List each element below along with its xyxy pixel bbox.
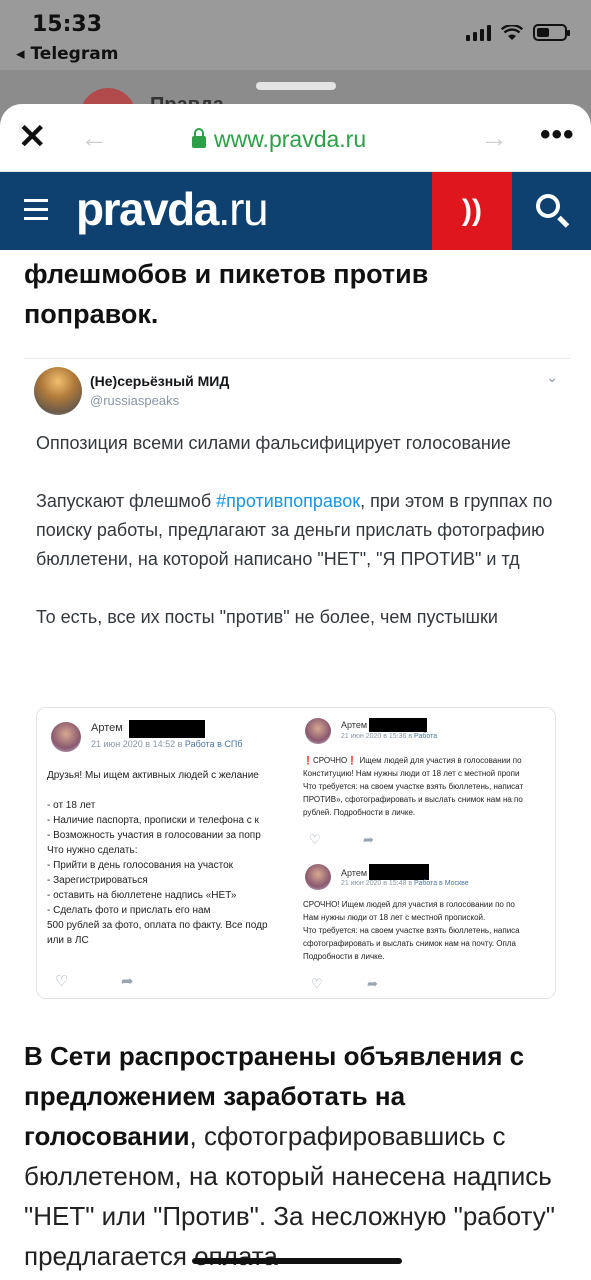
post3-author: Артем [341, 868, 368, 878]
tweet-menu-chevron-icon[interactable]: ⌄ [546, 369, 558, 386]
address-bar[interactable]: www.pravda.ru [192, 126, 366, 153]
post1-meta: 21 июн 2020 в 14:52 в Работа в СПб [91, 739, 243, 749]
post2-avatar [305, 718, 331, 744]
post2-heart-icon: ♡ [309, 832, 321, 847]
tweet-hashtag-link[interactable]: #противпоправок [216, 491, 360, 511]
status-time: 15:33 [32, 12, 103, 37]
tweet-attached-image[interactable]: Артем 21 июн 2020 в 14:52 в Работа в СПб… [36, 707, 556, 999]
post3-heart-icon: ♡ [311, 976, 323, 991]
post1-redaction [129, 720, 205, 738]
wifi-icon [501, 24, 523, 40]
close-icon[interactable]: ✕ [18, 120, 47, 154]
post3-redaction [369, 864, 429, 880]
tweet-avatar[interactable] [34, 367, 82, 415]
post2-author: Артем [341, 720, 368, 730]
home-indicator[interactable] [192, 1258, 402, 1264]
forward-arrow-icon[interactable]: → [480, 124, 508, 152]
article-body: флешмобов и пикетов против поправок. [0, 250, 591, 334]
search-button[interactable] [512, 172, 591, 250]
post3-meta: 21 июн 2020 в 15:48 в Работа в Москве [341, 880, 469, 887]
back-to-telegram-link[interactable]: ◂ Telegram [16, 44, 118, 64]
post2-meta: 21 июн 2020 в 15:36 в Работа [341, 733, 438, 740]
more-icon[interactable]: ••• [540, 118, 575, 152]
status-icons [466, 24, 570, 41]
sheet-grabber[interactable] [256, 82, 336, 90]
post1-share-icon: ➦ [121, 973, 134, 990]
tweet-author-name[interactable]: (Не)серьёзный МИД [90, 373, 229, 389]
site-header: pravda.ru )) [0, 172, 591, 250]
post3-avatar [305, 864, 331, 890]
battery-icon [533, 24, 570, 41]
search-icon [536, 194, 560, 218]
tweet-author-handle[interactable]: @russiaspeaks [90, 393, 179, 408]
lock-icon [192, 128, 206, 148]
signal-icon [466, 24, 491, 41]
tweet-text: Оппозиция всеми силами фальсифицирует го… [36, 433, 553, 627]
article-paragraph: В Сети распространены объявления с предл… [24, 1041, 555, 1271]
post1-avatar [51, 722, 81, 752]
hamburger-menu-icon[interactable] [24, 199, 48, 221]
article-heading: флешмобов и пикетов против поправок. [24, 259, 429, 329]
browser-toolbar: ✕ ← www.pravda.ru → ••• [0, 104, 591, 172]
post3-share-icon: ➦ [367, 976, 378, 991]
url-text: www.pravda.ru [214, 126, 367, 152]
site-logo[interactable]: pravda.ru [76, 182, 269, 236]
post1-heart-icon: ♡ [55, 973, 69, 990]
radio-broadcast-icon[interactable]: )) [432, 172, 512, 250]
ios-status-bar: 15:33 ◂ Telegram [0, 0, 591, 70]
post2-share-icon: ➦ [363, 832, 374, 847]
post2-body: ❗СРОЧНО❗ Ищем людей для участия в голосо… [303, 756, 524, 817]
embedded-tweet[interactable]: (Не)серьёзный МИД @russiaspeaks ⌄ Оппози… [24, 358, 570, 999]
post1-body: Друзья! Мы ищем активных людей с желание… [47, 770, 268, 946]
back-arrow-icon[interactable]: ← [80, 124, 108, 152]
post3-body: СРОЧНО! Ищем людей для участия в голосов… [303, 900, 520, 961]
post1-author: Артем [91, 722, 123, 734]
post2-redaction [369, 718, 427, 732]
